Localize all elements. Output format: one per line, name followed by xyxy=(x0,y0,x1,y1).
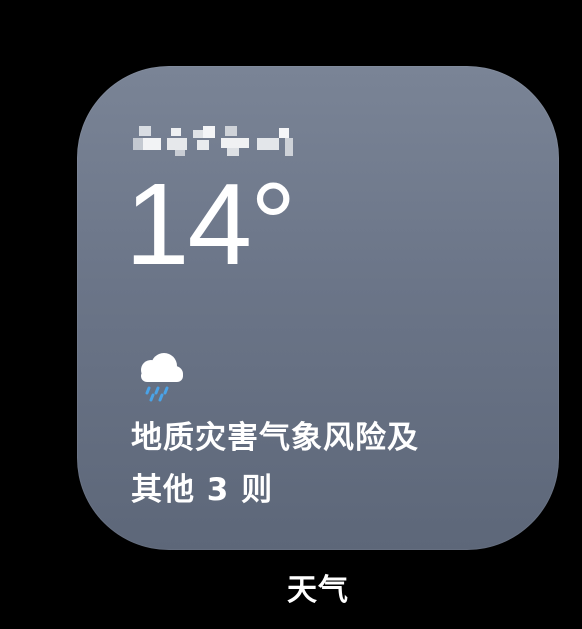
alert-line-2: 其他 3 则 xyxy=(131,472,274,508)
home-screen: 14° 地质灾害气象风险及 其他 3 则 天气 xyxy=(0,0,582,629)
cloud-rain-icon xyxy=(131,348,187,404)
weather-alert: 地质灾害气象风险及 其他 3 则 xyxy=(131,412,521,516)
pixelated-location-mosaic xyxy=(133,126,293,156)
alert-line-1: 地质灾害气象风险及 xyxy=(131,420,419,456)
weather-widget[interactable]: 14° 地质灾害气象风险及 其他 3 则 xyxy=(77,66,559,550)
location-label xyxy=(131,122,301,164)
temperature: 14° xyxy=(125,159,296,289)
app-label: 天气 xyxy=(287,573,349,608)
